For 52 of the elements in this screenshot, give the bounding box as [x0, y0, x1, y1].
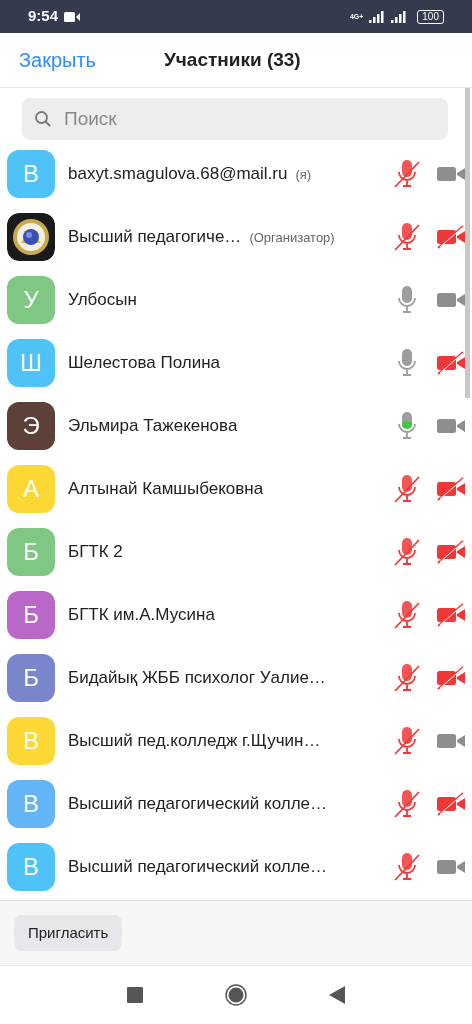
avatar: Б: [7, 527, 55, 576]
avatar: У: [7, 275, 55, 324]
video-camera-icon: [64, 11, 81, 22]
muted-microphone-icon[interactable]: [394, 158, 420, 189]
muted-microphone-icon[interactable]: [394, 788, 420, 819]
participant-name: Улбосын: [68, 288, 137, 311]
video-off-icon[interactable]: [437, 224, 465, 249]
muted-microphone-icon[interactable]: [394, 473, 420, 504]
video-off-icon[interactable]: [437, 539, 465, 564]
page-title: Участники (33): [164, 47, 301, 72]
participant-name: baxyt.smagulova.68@mail.ru: [68, 162, 288, 185]
avatar: В: [7, 842, 55, 891]
avatar: Э: [7, 401, 55, 450]
video-off-icon[interactable]: [437, 791, 465, 816]
participant-name: БГТК им.А.Мусина: [68, 603, 215, 626]
participant-name: Бидайық ЖББ психолог Уалие…: [68, 666, 326, 689]
avatar: B: [7, 149, 55, 198]
search-field[interactable]: Поиск: [22, 98, 448, 140]
video-off-icon[interactable]: [437, 602, 465, 627]
participant-name: Высший педагогиче…: [68, 225, 242, 248]
avatar: Б: [7, 653, 55, 702]
avatar: В: [7, 716, 55, 765]
avatar: В: [7, 779, 55, 828]
muted-microphone-icon[interactable]: [394, 599, 420, 630]
search-icon: [34, 110, 52, 128]
participant-name: Высший педагогический колле…: [68, 855, 328, 878]
avatar: А: [7, 464, 55, 513]
clock: 9:54: [28, 6, 59, 27]
role-tag: (Организатор): [249, 227, 335, 248]
video-off-icon[interactable]: [437, 665, 465, 690]
muted-microphone-icon[interactable]: [394, 851, 420, 882]
role-tag: (я): [295, 164, 312, 185]
signal-icon: [369, 10, 386, 23]
participant-name: Алтынай Камшыбековна: [68, 477, 264, 500]
muted-microphone-icon[interactable]: [394, 221, 420, 252]
participant-name: Эльмира Тажекенова: [68, 414, 238, 437]
home-icon[interactable]: [225, 984, 247, 1006]
video-off-icon[interactable]: [437, 350, 465, 375]
back-icon[interactable]: [329, 986, 345, 1004]
avatar: Б: [7, 590, 55, 639]
participant-name: Высший педагогический колле…: [68, 792, 328, 815]
signal-icon: [391, 10, 408, 23]
battery-level: 100: [417, 9, 444, 24]
avatar: Ш: [7, 338, 55, 387]
muted-microphone-icon[interactable]: [394, 662, 420, 693]
muted-microphone-icon[interactable]: [394, 725, 420, 756]
participant-name: Высший пед.колледж г.Щучин…: [68, 729, 321, 752]
video-off-icon[interactable]: [437, 476, 465, 501]
invite-button[interactable]: Пригласить: [14, 915, 123, 951]
participant-name: БГТК 2: [68, 540, 123, 563]
muted-microphone-icon[interactable]: [394, 536, 420, 567]
participant-name: Шелестова Полина: [68, 351, 220, 374]
